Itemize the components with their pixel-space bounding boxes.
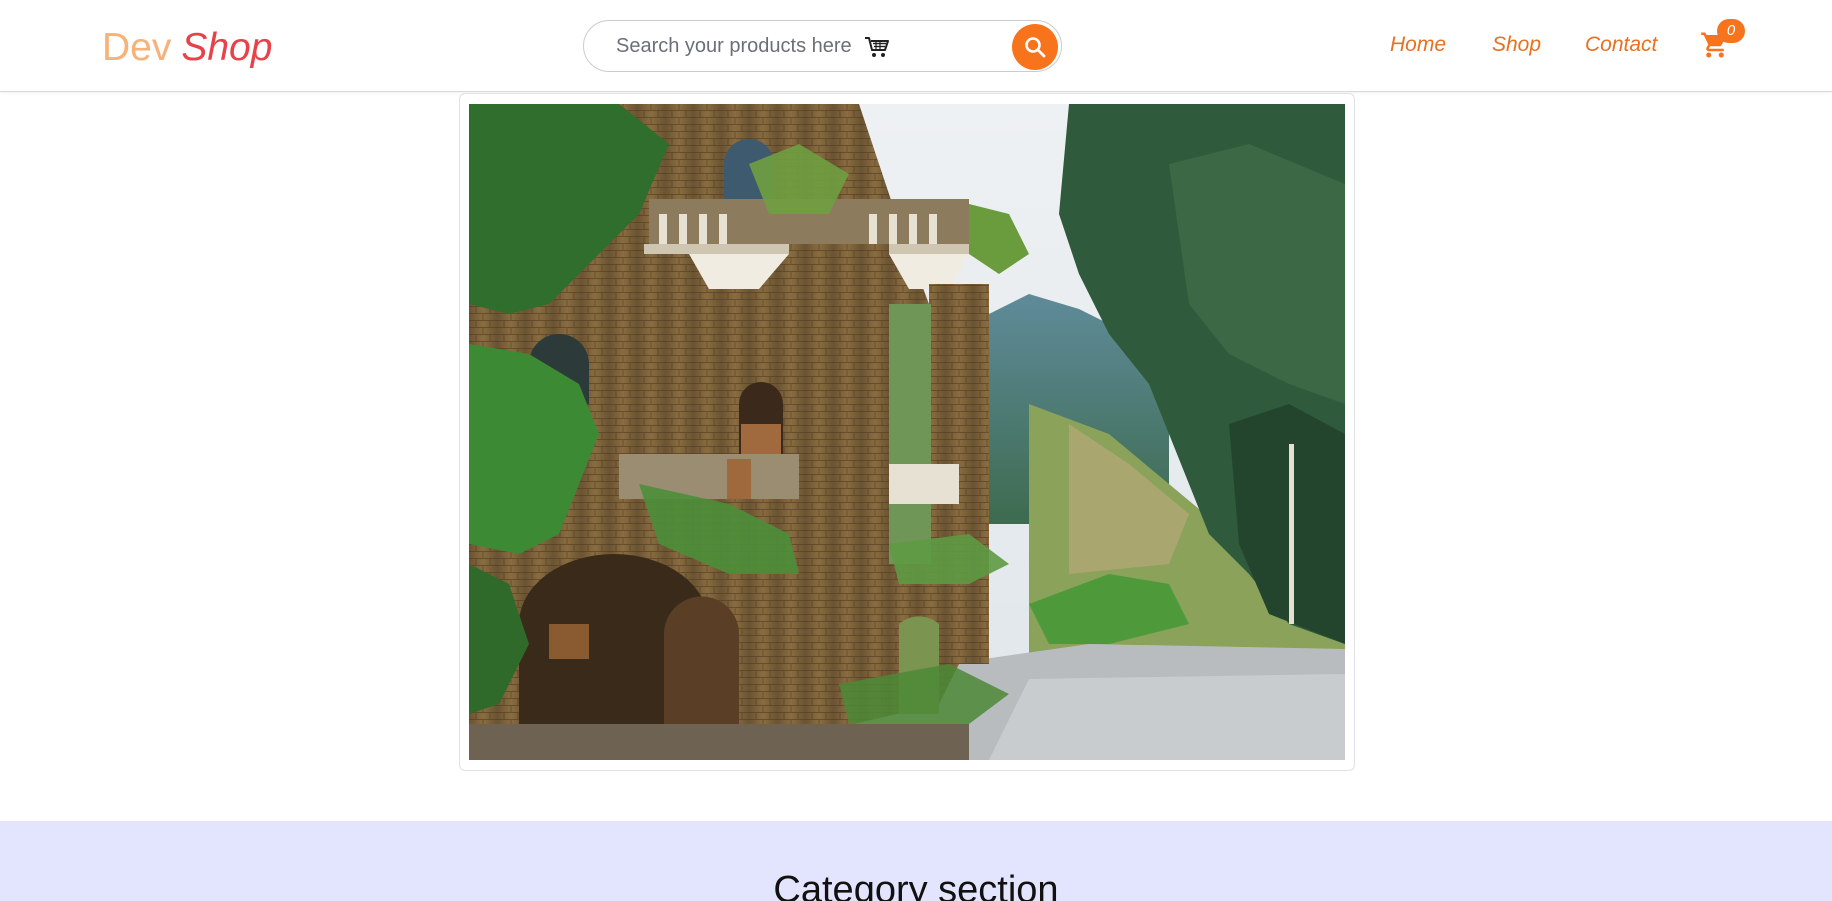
category-section-title: Category section [773,869,1059,901]
brand-shop: Shop [181,26,273,69]
brand-dev: Dev [102,26,172,69]
search-icon [1025,37,1046,58]
search-button[interactable] [1012,24,1058,70]
hero-image-card [459,93,1355,771]
search-input[interactable] [614,30,854,62]
cart-count-badge: 0 [1717,19,1745,43]
nav-link-home[interactable]: Home [1390,33,1446,57]
nav-link-contact[interactable]: Contact [1585,33,1657,57]
brand-logo[interactable]: Dev Shop [102,24,272,72]
shopping-cart-icon [864,35,890,59]
navbar: DevShop Home Shop Contact [0,0,1832,92]
category-section: Category section [0,821,1832,901]
castle-landscape-photo [469,104,1345,760]
search-bar [583,20,1062,72]
nav-link-shop[interactable]: Shop [1492,33,1541,57]
